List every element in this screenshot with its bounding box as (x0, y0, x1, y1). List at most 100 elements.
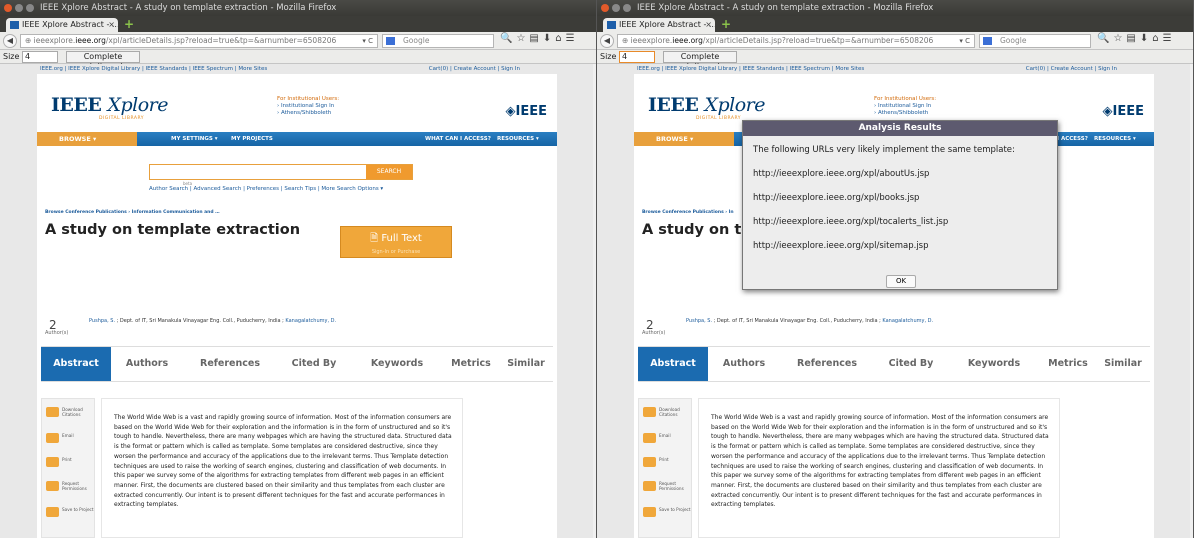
permissions-icon (643, 481, 656, 491)
result-url: http://ieeexplore.ieee.org/xpl/aboutUs.j… (753, 169, 930, 179)
url-domain: ieee.org (75, 36, 106, 45)
ok-button[interactable]: OK (886, 275, 916, 288)
email-icon (46, 433, 59, 443)
tab-title: IEEE Xplore Abstract - ... (22, 20, 118, 29)
tab-keywords[interactable]: Keywords (948, 347, 1040, 381)
complete-subdigraph-button[interactable]: Complete subdigraph (66, 51, 140, 71)
breadcrumb-right[interactable]: Browse Conference Publications › In (642, 210, 734, 215)
url-bar-right[interactable]: ⊕ ieeexplore.ieee.org/xpl/articleDetails… (617, 34, 975, 48)
author-link-1[interactable]: Pushpa, S. (89, 318, 115, 324)
dialog-intro: The following URLs very likely implement… (753, 145, 1015, 155)
search-engine-icon (983, 37, 992, 45)
tab-cited-by[interactable]: Cited By (277, 347, 351, 381)
account-links[interactable]: Cart(0) | Create Account | Sign In (429, 64, 520, 74)
complete-subdigraph-button-right[interactable]: Complete subdigraph (663, 51, 737, 71)
browser-tab-right[interactable]: IEEE Xplore Abstract - ... × (603, 18, 715, 32)
download-icon (643, 407, 656, 417)
tab-close-icon[interactable]: × (108, 18, 115, 32)
tab-abstract[interactable]: Abstract (41, 347, 111, 381)
tab-cited-by[interactable]: Cited By (874, 347, 948, 381)
url-path: /xpl/articleDetails.jsp?reload=true&tp=&… (105, 36, 337, 45)
tab-metrics[interactable]: Metrics (443, 347, 499, 381)
full-text-button[interactable]: 🗎 Full Text Sign-In or Purchase (340, 226, 452, 258)
tab-similar[interactable]: Similar (1096, 347, 1150, 381)
search-engine-box[interactable]: Google (382, 34, 494, 48)
back-arrow-icon[interactable]: ◀ (3, 34, 17, 48)
search-links: beta Author Search | Advanced Search | P… (149, 181, 449, 192)
tab-references[interactable]: References (780, 347, 874, 381)
ieee-logo[interactable]: ◈IEEE (1103, 104, 1144, 119)
tab-close-icon[interactable]: × (705, 18, 712, 32)
tab-metrics[interactable]: Metrics (1040, 347, 1096, 381)
reload-icon[interactable]: ▾ C (362, 35, 373, 47)
tab-abstract[interactable]: Abstract (638, 347, 708, 381)
web-page: IEEE.org | IEEE Xplore Digital Library |… (0, 64, 596, 538)
page-scrollbar-right[interactable] (1190, 64, 1193, 538)
result-url: http://ieeexplore.ieee.org/xpl/books.jsp (753, 193, 920, 203)
nav-bar: ◀ ⊕ ieeexplore.ieee.org/xpl/articleDetai… (0, 32, 596, 50)
tab-similar[interactable]: Similar (499, 347, 553, 381)
article-tools: Download Citations Email Print Request P… (41, 398, 95, 538)
save-icon (643, 507, 656, 517)
reload-icon[interactable]: ▾ C (959, 35, 970, 47)
tab-bar-right: IEEE Xplore Abstract - ... × + (597, 16, 1193, 32)
search-options-links[interactable]: Author Search | Advanced Search | Prefer… (149, 186, 449, 192)
resources-menu[interactable]: RESOURCES ▾ (1094, 132, 1136, 146)
save-icon (46, 507, 59, 517)
find-label: Size (3, 52, 20, 61)
new-tab-icon[interactable]: + (721, 18, 731, 30)
url-bar[interactable]: ⊕ ieeexplore.ieee.org/xpl/articleDetails… (20, 34, 378, 48)
tab-keywords[interactable]: Keywords (351, 347, 443, 381)
article-tabs-right: Abstract Authors References Cited By Key… (638, 346, 1150, 382)
toolbar-icons[interactable]: 🔍☆▤⬇⌂☰ (500, 33, 579, 44)
institutional-signin-link[interactable]: › Institutional Sign In (277, 103, 339, 110)
search-engine-box-right[interactable]: Google (979, 34, 1091, 48)
site-search-input[interactable]: SEARCH (149, 164, 413, 180)
close-window-icon[interactable] (601, 4, 609, 12)
article-title-right: A study on te (642, 222, 752, 238)
tab-title-right: IEEE Xplore Abstract - ... (619, 20, 715, 29)
browser-tab[interactable]: IEEE Xplore Abstract - ... × (6, 18, 118, 32)
top-links-left[interactable]: IEEE.org | IEEE Xplore Digital Library |… (40, 66, 267, 72)
browse-menu[interactable]: BROWSE ▾ (634, 132, 734, 146)
result-url: http://ieeexplore.ieee.org/xpl/sitemap.j… (753, 241, 929, 251)
minimize-window-icon[interactable] (612, 4, 620, 12)
resources-menu[interactable]: RESOURCES ▾ (497, 132, 539, 146)
close-window-icon[interactable] (4, 4, 12, 12)
globe-icon: ⊕ (622, 36, 631, 45)
athens-link[interactable]: › Athens/Shibboleth (277, 110, 339, 117)
what-access-menu[interactable]: WHAT CAN I ACCESS? (425, 132, 491, 146)
breadcrumb[interactable]: Browse Conference Publications › Informa… (45, 210, 220, 215)
my-settings-menu[interactable]: MY SETTINGS ▾ (171, 132, 218, 146)
find-bar-right: Size 4 Complete subdigraph (597, 50, 1193, 71)
tab-references[interactable]: References (183, 347, 277, 381)
tab-authors[interactable]: Authors (708, 347, 780, 381)
top-links: IEEE.org | IEEE Xplore Digital Library |… (0, 64, 560, 74)
my-projects-menu[interactable]: MY PROJECTS (231, 132, 273, 146)
new-tab-icon[interactable]: + (124, 18, 134, 30)
tab-authors[interactable]: Authors (111, 347, 183, 381)
abstract-text: The World Wide Web is a vast and rapidly… (101, 398, 463, 538)
article-tools-right: Download Citations Email Print Request P… (638, 398, 692, 538)
search-engine-icon (386, 37, 395, 45)
title-bar-right: IEEE Xplore Abstract - A study on templa… (597, 0, 1193, 16)
toolbar-icons-right[interactable]: 🔍☆▤⬇⌂☰ (1097, 33, 1176, 44)
browse-menu[interactable]: BROWSE ▾ (37, 132, 137, 146)
site-search-button[interactable]: SEARCH (366, 165, 412, 179)
back-arrow-icon[interactable]: ◀ (600, 34, 614, 48)
window-title-right: IEEE Xplore Abstract - A study on templa… (637, 3, 934, 13)
maximize-window-icon[interactable] (623, 4, 631, 12)
ieee-favicon-icon (607, 21, 616, 29)
ieee-xplore-logo[interactable]: IEEE Xplore (648, 94, 765, 116)
size-input[interactable]: 4 (22, 51, 58, 63)
window-title: IEEE Xplore Abstract - A study on templa… (40, 3, 337, 13)
minimize-window-icon[interactable] (15, 4, 23, 12)
ieee-xplore-logo[interactable]: IEEE Xplore (51, 94, 168, 116)
screenshot-root: IEEE Xplore Abstract - A study on templa… (0, 0, 1194, 538)
authors-line: Pushpa, S. ; Dept. of IT, Sri Manakula V… (89, 318, 336, 324)
ieee-logo[interactable]: ◈IEEE (506, 104, 547, 119)
author-link-2[interactable]: Kanagalatchumy, D. (285, 318, 336, 324)
pdf-icon: 🗎 (370, 233, 382, 244)
maximize-window-icon[interactable] (26, 4, 34, 12)
size-input-right[interactable]: 4 (619, 51, 655, 63)
